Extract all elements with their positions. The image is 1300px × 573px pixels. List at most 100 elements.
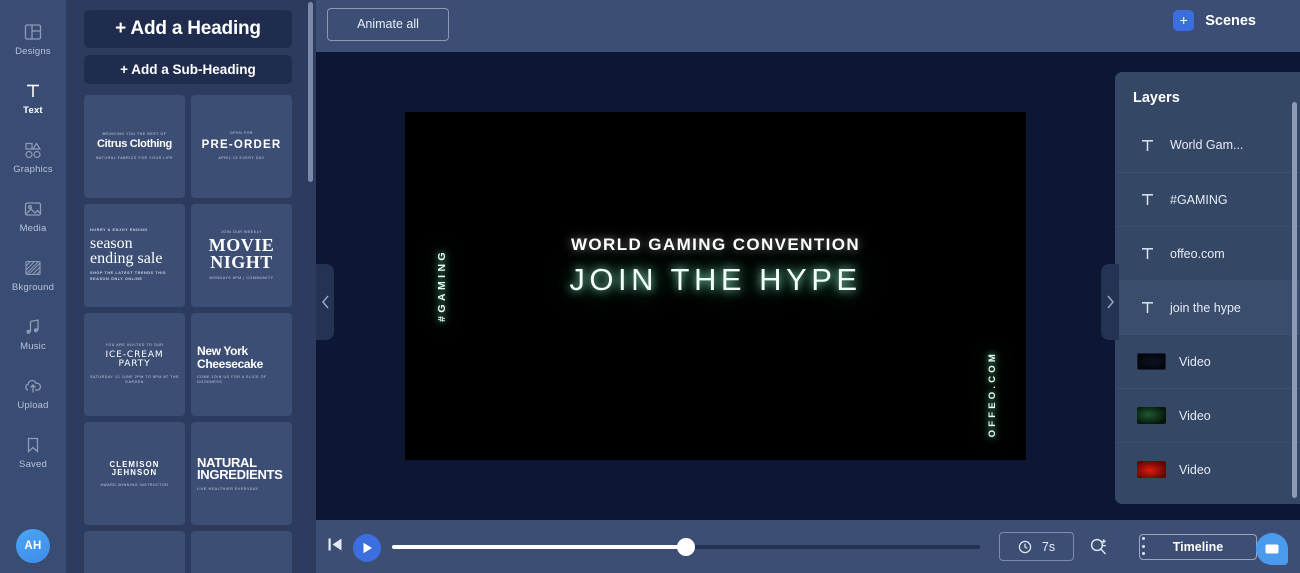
sidebar-item-saved[interactable]: Saved bbox=[0, 423, 66, 482]
text-templates-panel: + Add a Heading + Add a Sub-Heading BRIN… bbox=[66, 0, 316, 573]
text-template-card[interactable]: YOU ARE INVITED TO OUR ICE-CREAM PARTY SAT… bbox=[84, 313, 185, 416]
layer-name: World Gam... bbox=[1170, 138, 1244, 152]
support-chat-button[interactable] bbox=[1256, 533, 1288, 565]
panel-scrollbar[interactable] bbox=[308, 2, 313, 182]
saved-icon bbox=[23, 435, 43, 455]
offeo-video-editor: Designs Text Graphics Media Bkground Mus… bbox=[0, 0, 1300, 573]
text-template-card[interactable]: JOIN OUR WEEKLY MOVIE NIGHT MONDAYS 8PM | … bbox=[191, 204, 292, 307]
text-template-card[interactable]: NATURAL INGREDIENTS Live Healthier Everyd… bbox=[191, 422, 292, 525]
sidebar-item-graphics[interactable]: Graphics bbox=[0, 128, 66, 187]
sidebar-item-media[interactable]: Media bbox=[0, 187, 66, 246]
template-subtitle: APRIL 12 EVERY DAY bbox=[218, 156, 265, 161]
play-button[interactable] bbox=[353, 534, 381, 562]
sidebar-label-saved: Saved bbox=[19, 459, 47, 470]
layer-name: Video bbox=[1179, 354, 1211, 369]
layer-row[interactable]: Video bbox=[1115, 442, 1300, 496]
layer-row[interactable]: Video bbox=[1115, 334, 1300, 388]
template-subtitle: Live Healthier Everyday bbox=[197, 487, 259, 492]
text-layer-icon bbox=[1137, 245, 1157, 262]
template-supertitle: YOU ARE INVITED TO OUR bbox=[105, 343, 164, 348]
designs-icon bbox=[23, 22, 43, 42]
add-subheading-button[interactable]: + Add a Sub-Heading bbox=[84, 55, 292, 84]
collapse-left-panel-button[interactable] bbox=[316, 264, 334, 340]
template-supertitle: BRINGING YOU THE BEST OF bbox=[102, 131, 167, 136]
template-subtitle: Award-Winning Instructor bbox=[100, 482, 169, 487]
template-title: Citrus Clothing bbox=[97, 138, 172, 151]
sidebar-label-music: Music bbox=[20, 341, 46, 352]
layer-row[interactable]: World Gam... bbox=[1115, 118, 1300, 172]
text-template-card[interactable]: BRINGING YOU THE BEST OF Citrus Clothing N… bbox=[84, 95, 185, 198]
text-icon bbox=[23, 81, 43, 101]
graphics-icon bbox=[23, 140, 43, 160]
layer-row[interactable]: Video bbox=[1115, 388, 1300, 442]
template-subtitle: SATURDAY 12 JUNE 2PM TO 6PM AT THE GARDE… bbox=[90, 375, 179, 385]
sidebar-item-music[interactable]: Music bbox=[0, 305, 66, 364]
zoom-magnifier-icon[interactable] bbox=[1089, 537, 1109, 561]
duration-value: 7s bbox=[1041, 539, 1056, 554]
template-title: MOVIE NIGHT bbox=[208, 235, 275, 272]
collapse-right-panel-button[interactable] bbox=[1101, 264, 1119, 340]
layer-row[interactable]: join the hype bbox=[1115, 280, 1300, 334]
playback-seek-bar[interactable] bbox=[392, 538, 980, 556]
sidebar-item-upload[interactable]: Upload bbox=[0, 364, 66, 423]
sidebar-label-background: Bkground bbox=[11, 282, 55, 293]
clock-icon bbox=[1018, 540, 1032, 553]
layers-scrollbar[interactable] bbox=[1292, 102, 1297, 498]
upload-icon bbox=[23, 376, 43, 396]
play-icon bbox=[363, 542, 372, 554]
add-scene-button[interactable]: + Scenes bbox=[1173, 10, 1256, 31]
background-icon bbox=[23, 258, 43, 278]
template-title: CLEMISON JEHNSON bbox=[109, 459, 160, 478]
layer-name: join the hype bbox=[1170, 300, 1241, 315]
left-nav-rail: Designs Text Graphics Media Bkground Mus… bbox=[0, 0, 66, 573]
layers-list: World Gam... #GAMING offeo.com join the hyp… bbox=[1115, 118, 1300, 496]
sidebar-label-graphics: Graphics bbox=[13, 164, 53, 175]
template-title: PRE-ORDER bbox=[201, 138, 282, 151]
canvas-url-text[interactable]: OFFEO.COM bbox=[987, 351, 998, 437]
template-title: NATURAL INGREDIENTS bbox=[197, 454, 283, 483]
sidebar-label-designs: Designs bbox=[15, 46, 51, 57]
skip-to-start-button[interactable] bbox=[327, 536, 344, 558]
canvas-title-text[interactable]: WORLD GAMING CONVENTION bbox=[405, 235, 1026, 255]
layer-name: Video bbox=[1179, 408, 1211, 423]
template-supertitle: Hurry & Enjoy Ending bbox=[90, 228, 148, 233]
animate-all-button[interactable]: Animate all bbox=[327, 8, 449, 41]
music-icon bbox=[23, 317, 43, 337]
seek-handle[interactable] bbox=[677, 538, 695, 556]
template-subtitle: NATURAL FABRICS FOR YOUR LIFE bbox=[95, 155, 174, 160]
seek-progress-fill bbox=[392, 545, 686, 549]
text-template-card[interactable]: CLEMISON JEHNSON Award-Winning Instructor bbox=[84, 422, 185, 525]
text-template-card[interactable]: OPEN FOR PRE-ORDER APRIL 12 EVERY DAY bbox=[191, 95, 292, 198]
template-title: New York Cheesecake bbox=[197, 344, 263, 371]
sidebar-item-text[interactable]: Text bbox=[0, 69, 66, 128]
layers-panel-title: Layers bbox=[1133, 90, 1180, 106]
text-template-card[interactable]: New York Cheesecake Come join us for a sl… bbox=[191, 313, 292, 416]
canvas-center-text-group: WORLD GAMING CONVENTION JOIN THE HYPE bbox=[405, 235, 1026, 298]
video-layer-thumbnail bbox=[1137, 353, 1166, 370]
text-layer-icon bbox=[1137, 191, 1157, 208]
sidebar-item-designs[interactable]: Designs bbox=[0, 10, 66, 69]
layer-name: offeo.com bbox=[1170, 246, 1225, 261]
template-subtitle: Come join us for a slice of goodness bbox=[197, 374, 267, 385]
add-heading-button[interactable]: + Add a Heading bbox=[84, 10, 292, 48]
avatar[interactable]: AH bbox=[16, 529, 50, 563]
text-template-card[interactable]: SUMMER bbox=[191, 531, 292, 573]
template-supertitle: OPEN FOR bbox=[229, 131, 254, 136]
text-template-card[interactable]: the bbox=[84, 531, 185, 573]
timeline-button[interactable]: Timeline bbox=[1139, 534, 1257, 560]
layer-row[interactable]: offeo.com bbox=[1115, 226, 1300, 280]
sidebar-item-background[interactable]: Bkground bbox=[0, 246, 66, 305]
layer-row[interactable]: #GAMING bbox=[1115, 172, 1300, 226]
template-supertitle: JOIN OUR WEEKLY bbox=[220, 230, 263, 235]
video-preview-canvas[interactable]: #GAMING WORLD GAMING CONVENTION JOIN THE… bbox=[405, 112, 1026, 460]
text-template-card[interactable]: Hurry & Enjoy Ending season ending sale Sh… bbox=[84, 204, 185, 307]
sidebar-label-text: Text bbox=[23, 105, 43, 116]
chat-bubble-icon bbox=[1265, 544, 1279, 554]
canvas-subtitle-text[interactable]: JOIN THE HYPE bbox=[405, 262, 1026, 298]
plus-icon: + bbox=[1173, 10, 1195, 31]
bottom-toolbar: 7s Timeline bbox=[316, 520, 1300, 573]
layer-name: Video bbox=[1179, 462, 1211, 477]
duration-control[interactable]: 7s bbox=[999, 532, 1074, 561]
template-title: season ending sale bbox=[90, 234, 163, 268]
sidebar-label-media: Media bbox=[19, 223, 47, 234]
